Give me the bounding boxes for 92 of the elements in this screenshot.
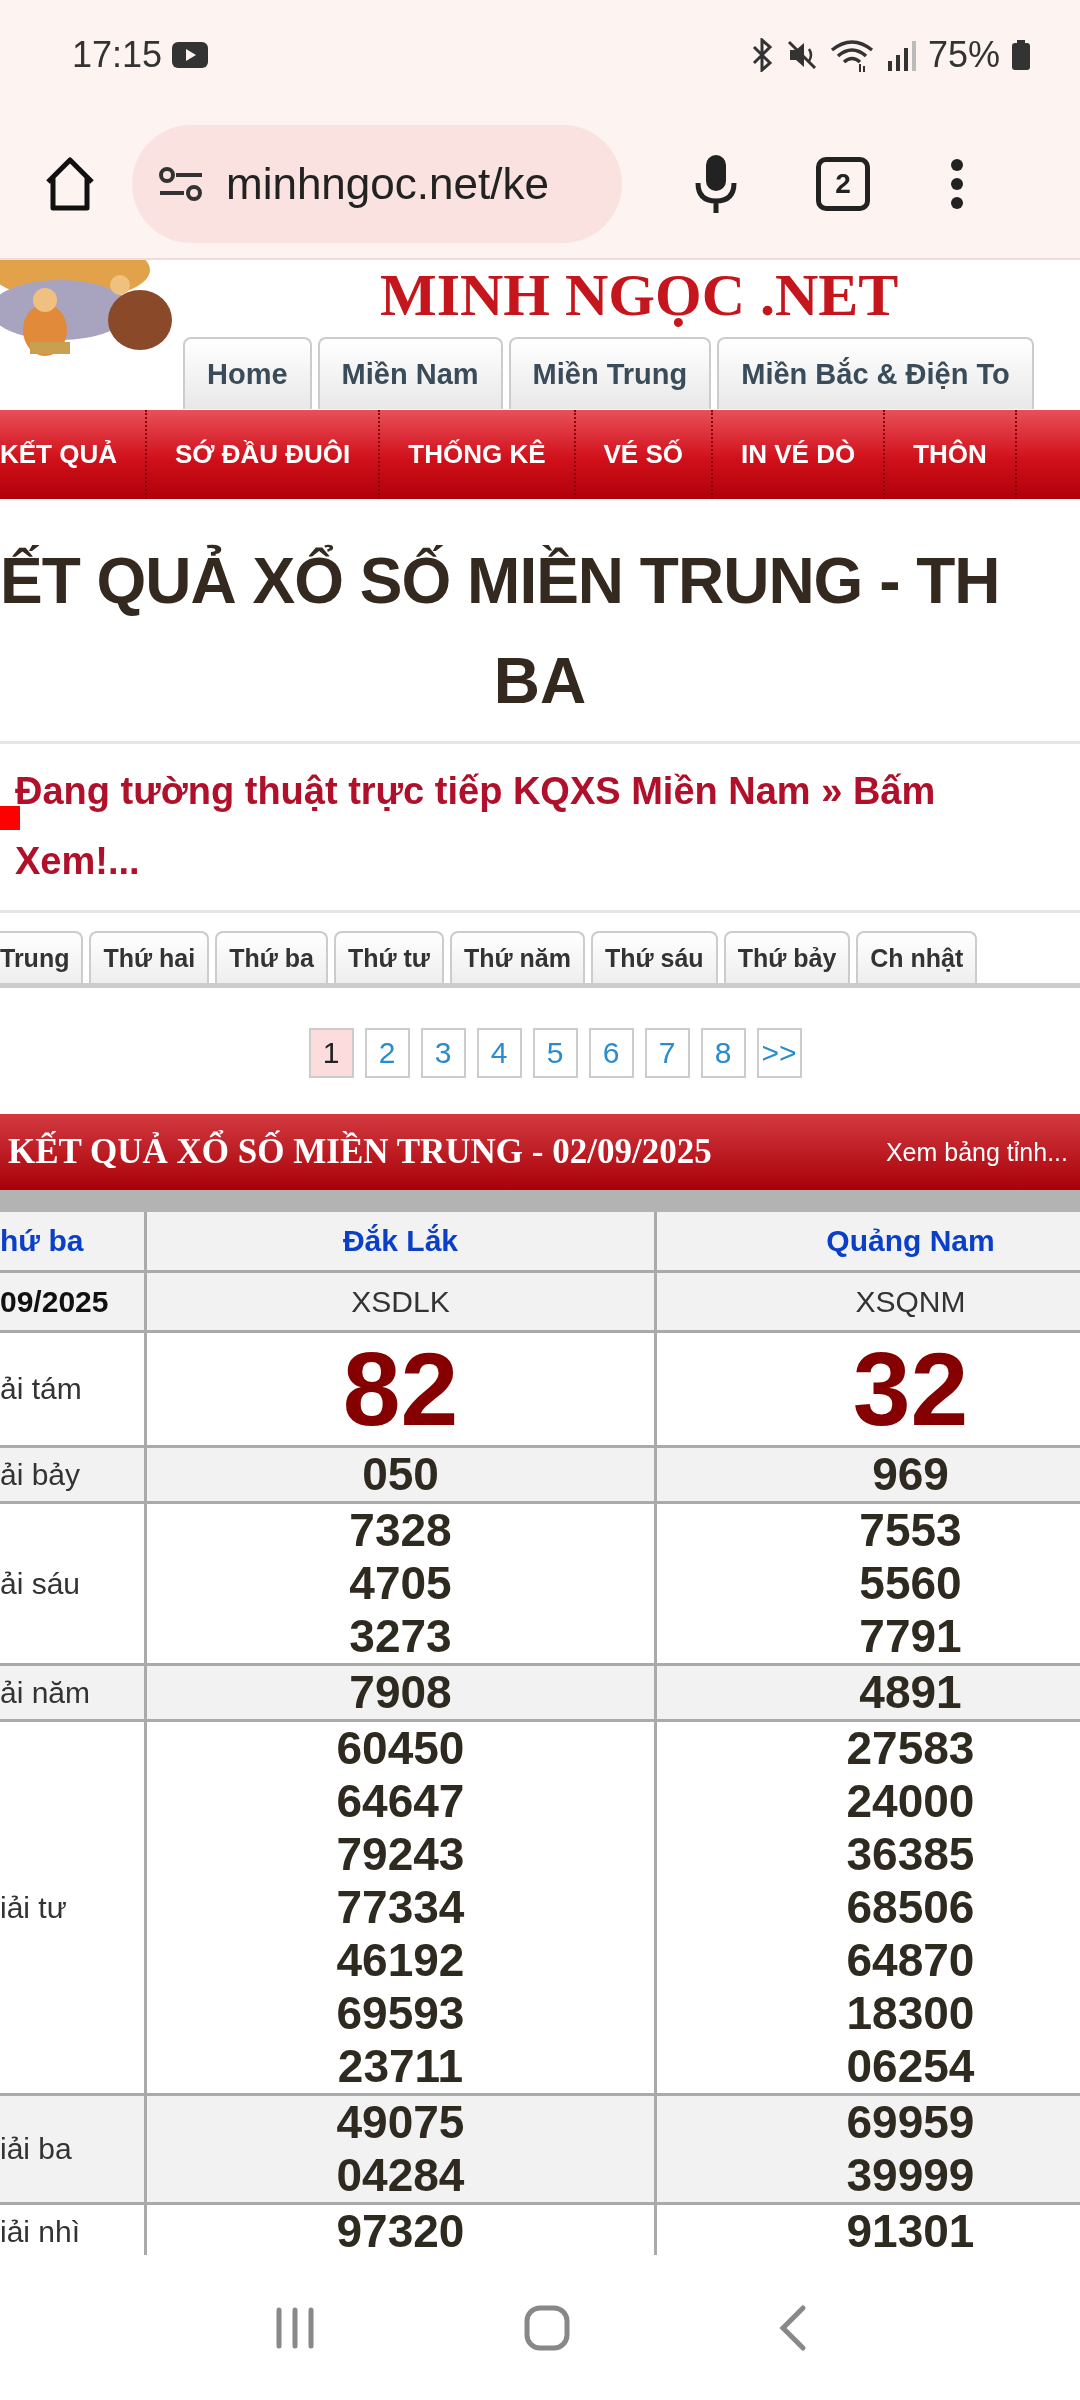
winning-number: 18300: [846, 1987, 975, 2040]
wifi-icon: [829, 38, 874, 72]
winning-number: 4891: [859, 1666, 962, 1719]
menu-item[interactable]: IN VÉ DÒ: [713, 410, 886, 499]
winning-number: 04284: [336, 2149, 465, 2202]
winning-number: 24000: [846, 1775, 975, 1828]
column-header: hứ ba: [0, 1224, 84, 1258]
winning-number: 69959: [846, 2096, 975, 2149]
day-tab[interactable]: Thứ năm: [449, 931, 585, 983]
winning-number: 32: [852, 1333, 969, 1445]
winning-number: 4705: [349, 1557, 452, 1610]
menu-item[interactable]: THỐNG KÊ: [380, 410, 576, 499]
page-link[interactable]: 5: [532, 1028, 578, 1078]
prize-label: iải ba: [0, 2132, 72, 2166]
day-tab[interactable]: Thứ bảy: [723, 931, 851, 983]
column-header: Đắk Lắk: [342, 1224, 459, 1258]
prize-label: ải bảy: [0, 1457, 81, 1492]
winning-number: 7791: [859, 1610, 962, 1663]
province-table-link[interactable]: Xem bảng tỉnh...: [885, 1137, 1068, 1167]
more-options-icon[interactable]: [950, 158, 964, 210]
page-link[interactable]: 1: [308, 1028, 354, 1078]
signal-icon: [885, 39, 916, 71]
winning-number: 69593: [336, 1987, 465, 2040]
winning-number: 06254: [846, 2040, 975, 2093]
page-link[interactable]: 8: [700, 1028, 746, 1078]
winning-number: 39999: [846, 2149, 975, 2202]
back-icon[interactable]: [777, 2303, 807, 2352]
winning-number: 91301: [846, 2205, 975, 2258]
battery-icon: [1012, 40, 1030, 70]
day-tab[interactable]: Thứ sáu: [590, 931, 718, 983]
winning-number: 27583: [846, 1722, 975, 1775]
page-link[interactable]: >>: [756, 1028, 802, 1078]
table-cell: XSDLK: [351, 1284, 450, 1319]
winning-number: 49075: [336, 2096, 465, 2149]
menu-item[interactable]: SỚ ĐẦU ĐUÔI: [147, 410, 381, 499]
winning-number: 36385: [846, 1828, 975, 1881]
tab-count-button[interactable]: 2: [816, 157, 870, 211]
winning-number: 7908: [349, 1666, 452, 1719]
prize-label: iải nhì: [0, 2214, 81, 2249]
page-link[interactable]: 3: [420, 1028, 466, 1078]
day-tab[interactable]: Thứ ba: [215, 931, 328, 983]
status-time: 17:15: [72, 34, 163, 76]
settings-icon[interactable]: [158, 165, 204, 203]
winning-number: 3273: [349, 1610, 452, 1663]
winning-number: 64870: [846, 1934, 975, 1987]
table-cell: XSQNM: [855, 1284, 966, 1319]
region-tab[interactable]: Miền Nam: [317, 337, 503, 409]
menu-item[interactable]: KẾT QUẢ: [0, 410, 147, 499]
site-logo: MINH NGỌC .NET: [380, 262, 899, 328]
page-title: ẾT QUẢ XỔ SỐ MIỀN TRUNG - TH: [0, 543, 1001, 619]
microphone-icon[interactable]: [694, 153, 738, 215]
prize-label: ải năm: [0, 1675, 91, 1710]
winning-number: 7328: [349, 1504, 452, 1557]
page-link[interactable]: 7: [644, 1028, 690, 1078]
page-link[interactable]: 2: [364, 1028, 410, 1078]
winning-number: 050: [362, 1448, 439, 1501]
region-tab[interactable]: Miền Trung: [508, 337, 712, 409]
winning-number: 23711: [337, 2040, 464, 2093]
battery-level: 75%: [927, 34, 1000, 76]
day-tab[interactable]: Ch nhật: [856, 931, 978, 983]
winning-number: 46192: [336, 1934, 465, 1987]
winning-number: 79243: [336, 1828, 465, 1881]
winning-number: 7553: [859, 1504, 962, 1557]
region-tab[interactable]: Home: [183, 337, 312, 409]
day-tab[interactable]: Thứ tư: [333, 931, 444, 983]
page-link[interactable]: 4: [476, 1028, 522, 1078]
winning-number: 77334: [336, 1881, 465, 1934]
winning-number: 969: [872, 1448, 949, 1501]
play-icon: [172, 42, 209, 68]
menu-item[interactable]: VÉ SỐ: [575, 410, 713, 499]
page-link[interactable]: 6: [588, 1028, 634, 1078]
winning-number: 82: [342, 1333, 459, 1445]
winning-number: 68506: [846, 1881, 975, 1934]
prize-label: ải sáu: [0, 1566, 81, 1601]
winning-number: 5560: [859, 1557, 962, 1610]
page-title: BA: [492, 644, 588, 719]
winning-number: 64647: [336, 1775, 465, 1828]
mute-icon: [785, 39, 818, 71]
region-tab[interactable]: Miền Bắc & Điện To: [717, 337, 1034, 409]
day-tab[interactable]: Thứ hai: [89, 931, 210, 983]
results-title: KẾT QUẢ XỔ SỐ MIỀN TRUNG - 02/09/2025: [8, 1132, 712, 1172]
live-link[interactable]: Đang tường thuật trực tiếp KQXS Miền Nam » Bấm Xem!...: [15, 756, 1060, 896]
day-tab[interactable]: Trung: [0, 931, 84, 983]
winning-number: 97320: [336, 2205, 465, 2258]
menu-item[interactable]: THÔN: [885, 410, 1017, 499]
prize-label: iải tư: [0, 1890, 67, 1925]
table-cell: 09/2025: [0, 1284, 109, 1319]
column-header: Quảng Nam: [826, 1224, 995, 1258]
address-bar[interactable]: minhngoc.net/ke: [132, 125, 622, 243]
prize-label: ải tám: [0, 1372, 82, 1406]
home-button-icon[interactable]: [523, 2303, 571, 2352]
winning-number: 60450: [336, 1722, 465, 1775]
